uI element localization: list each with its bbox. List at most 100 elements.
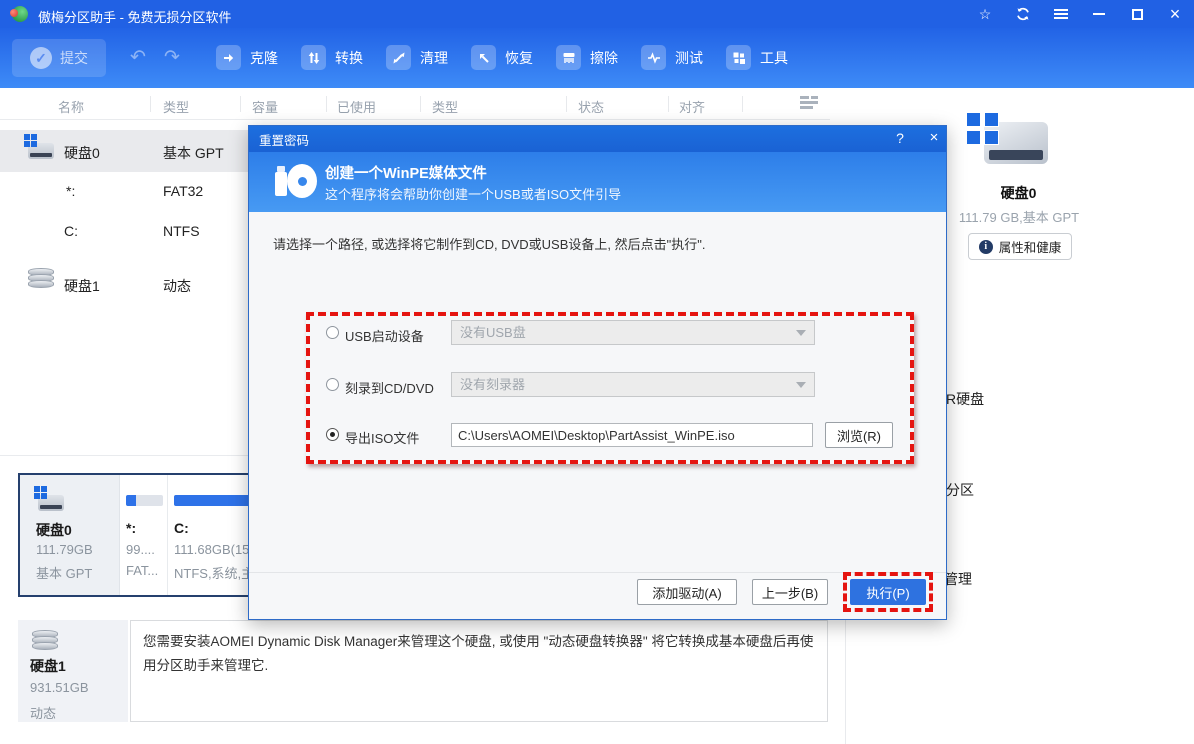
- dialog-instruction: 请选择一个路径, 或选择将它制作到CD, DVD或USB设备上, 然后点击"执行…: [273, 234, 705, 253]
- disk1-size: 931.51GB: [30, 680, 89, 695]
- panel-divider: [0, 455, 248, 456]
- right-panel-disk-info: 111.79 GB,基本 GPT: [930, 207, 1108, 226]
- clone-icon: [216, 45, 241, 70]
- partition-type: FAT32: [163, 183, 203, 199]
- partition-row-star[interactable]: *:: [66, 183, 75, 199]
- sidebar-link-fragment-mbr[interactable]: R硬盘: [946, 389, 984, 409]
- toolbar-item-tools[interactable]: 工具: [726, 45, 788, 70]
- dialog-header-title: 创建一个WinPE媒体文件: [325, 162, 487, 183]
- info-icon: i: [979, 240, 993, 254]
- toolbar-item-clone[interactable]: 克隆: [216, 45, 278, 70]
- minimize-button[interactable]: [1080, 0, 1118, 28]
- test-pulse-icon: [641, 45, 666, 70]
- toolbar-item-test[interactable]: 测试: [641, 45, 703, 70]
- windows-logo-icon: [966, 112, 1000, 146]
- usb-device-select[interactable]: 没有USB盘: [451, 320, 815, 345]
- window-title: 傲梅分区助手 - 免费无损分区软件: [38, 7, 232, 26]
- disk0-type: 基本 GPT: [36, 563, 92, 582]
- device-row-disk1[interactable]: 硬盘1: [64, 276, 100, 296]
- title-bar: 傲梅分区助手 - 免费无损分区软件 ☆ ×: [0, 0, 1194, 28]
- dialog-header-subtitle: 这个程序将会帮助你创建一个USB或者ISO文件引导: [325, 184, 621, 203]
- device-type: 动态: [163, 276, 191, 296]
- dialog-title-bar: 重置密码: [249, 126, 946, 152]
- burn-cd-label: 刻录到CD/DVD: [345, 378, 434, 397]
- right-panel-disk-name: 硬盘0: [946, 183, 1091, 203]
- favorite-star-icon[interactable]: ☆: [966, 0, 1004, 28]
- dialog-footer-divider: [249, 572, 946, 573]
- app-logo-icon: [12, 6, 28, 22]
- col-type: 类型: [163, 97, 189, 116]
- partition-type: NTFS: [163, 223, 200, 239]
- disk1-dynamic-icon: [32, 632, 58, 650]
- close-button[interactable]: ×: [1156, 0, 1194, 28]
- disk0-size: 111.79GB: [36, 542, 93, 557]
- disk1-name: 硬盘1: [30, 656, 66, 676]
- radio-burn-cd[interactable]: [326, 378, 339, 391]
- sidebar-link-fragment-partition[interactable]: 分区: [946, 480, 974, 500]
- recover-icon: [471, 45, 496, 70]
- refresh-icon[interactable]: [1004, 0, 1042, 28]
- col-align: 对齐: [679, 97, 705, 116]
- clean-icon: [386, 45, 411, 70]
- check-circle-icon: ✓: [30, 47, 52, 69]
- toolbar: ✓ 提交 ↶ ↷ 克隆 转换 清理 恢复: [0, 28, 1194, 88]
- disk0-name: 硬盘0: [36, 520, 72, 540]
- redo-icon[interactable]: ↷: [164, 46, 180, 69]
- winpe-media-icon: [275, 162, 317, 202]
- browse-button[interactable]: 浏览(R): [825, 422, 893, 448]
- winpe-dialog: 重置密码 ? × 创建一个WinPE媒体文件 这个程序将会帮助你创建一个USB或…: [248, 125, 947, 620]
- add-driver-button[interactable]: 添加驱动(A): [637, 579, 737, 605]
- submit-button[interactable]: ✓ 提交: [12, 39, 106, 77]
- disk0-info-cell[interactable]: 硬盘0 111.79GB 基本 GPT: [20, 475, 120, 595]
- menu-icon[interactable]: [1042, 0, 1080, 28]
- partition-fs: NTFS,系统,主: [174, 563, 254, 582]
- col-used: 已使用: [337, 97, 376, 116]
- col-status: 状态: [578, 97, 604, 116]
- windows-logo-icon: [24, 134, 38, 148]
- radio-export-iso[interactable]: [326, 428, 339, 441]
- toolbar-item-recover[interactable]: 恢复: [471, 45, 533, 70]
- disk1-type: 动态: [30, 703, 56, 722]
- device-type: 基本 GPT: [163, 143, 224, 163]
- list-view-icon[interactable]: [800, 96, 818, 110]
- radio-usb-boot[interactable]: [326, 326, 339, 339]
- proceed-button[interactable]: 执行(P): [850, 579, 926, 605]
- toolbar-item-erase[interactable]: 擦除: [556, 45, 618, 70]
- toolbar-item-convert[interactable]: 转换: [301, 45, 363, 70]
- dynamic-disk-message: 您需要安装AOMEI Dynamic Disk Manager来管理这个硬盘, …: [130, 620, 828, 722]
- burner-select[interactable]: 没有刻录器: [451, 372, 815, 397]
- partition-size: 99....: [126, 542, 155, 557]
- windows-logo-icon: [34, 486, 48, 500]
- help-icon[interactable]: ?: [887, 130, 913, 146]
- partition-cell-star[interactable]: *: 99.... FAT...: [121, 475, 168, 595]
- dialog-close-icon[interactable]: ×: [921, 129, 947, 146]
- tools-grid-icon: [726, 45, 751, 70]
- maximize-button[interactable]: [1118, 0, 1156, 28]
- col-fstype: 类型: [432, 97, 458, 116]
- partition-row-c[interactable]: C:: [64, 223, 78, 239]
- erase-shredder-icon: [556, 45, 581, 70]
- dialog-title: 重置密码: [259, 130, 309, 149]
- disk1-dynamic-icon: [28, 270, 54, 288]
- device-name: 硬盘0: [64, 143, 100, 163]
- sidebar-link-fragment-manage[interactable]: 管理: [944, 569, 972, 589]
- partition-name: *:: [126, 520, 136, 536]
- panel-divider: [845, 620, 846, 744]
- export-iso-label: 导出ISO文件: [345, 428, 419, 447]
- app-window: 傲梅分区助手 - 免费无损分区软件 ☆ × ✓ 提交 ↶ ↷ 克隆: [0, 0, 1194, 744]
- back-button[interactable]: 上一步(B): [752, 579, 828, 605]
- col-capacity: 容量: [252, 97, 278, 116]
- col-name: 名称: [58, 97, 84, 116]
- partition-name: C:: [174, 520, 189, 536]
- iso-path-input[interactable]: [451, 423, 813, 447]
- undo-icon[interactable]: ↶: [130, 46, 146, 69]
- properties-health-button[interactable]: i 属性和健康: [968, 233, 1072, 260]
- disk1-info-cell[interactable]: 硬盘1 931.51GB 动态: [18, 620, 128, 722]
- partition-fs: FAT...: [126, 563, 158, 578]
- convert-icon: [301, 45, 326, 70]
- chevron-down-icon: [796, 382, 806, 388]
- partition-size: 111.68GB(15: [174, 542, 249, 557]
- toolbar-item-clean[interactable]: 清理: [386, 45, 448, 70]
- chevron-down-icon: [796, 330, 806, 336]
- table-header-row: 名称 类型 容量 已使用 类型 状态 对齐: [0, 88, 830, 120]
